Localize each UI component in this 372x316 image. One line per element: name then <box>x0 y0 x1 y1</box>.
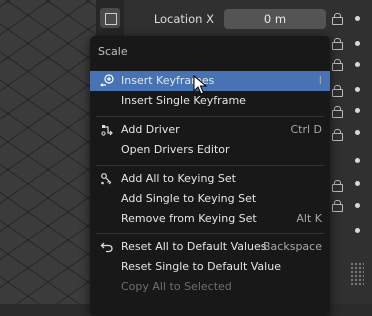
insert-single-keyframe-item[interactable]: Insert Single Keyframe <box>90 91 330 111</box>
keyframe-dot-icon[interactable] <box>355 62 360 67</box>
menu-separator <box>96 233 324 234</box>
panel-drag-grip[interactable] <box>350 262 364 286</box>
mouse-pointer-icon <box>193 75 207 95</box>
item-label: Add All to Keying Set <box>121 172 236 185</box>
add-driver-item[interactable]: Add Driver Ctrl D <box>90 120 330 140</box>
menu-separator <box>96 165 324 166</box>
item-shortcut: Alt K <box>296 212 322 225</box>
keyframe-dot-icon[interactable] <box>355 87 360 92</box>
item-label: Reset Single to Default Value <box>121 260 281 273</box>
location-x-label: Location X <box>153 12 214 26</box>
item-label: Reset All to Default Values <box>121 240 267 253</box>
keying-set-icon <box>101 173 112 185</box>
copy-all-to-selected-item: Copy All to Selected <box>90 277 330 297</box>
item-shortcut: I <box>318 74 322 87</box>
add-single-to-keying-set-item[interactable]: Add Single to Keying Set <box>90 189 330 209</box>
item-label: Open Drivers Editor <box>121 143 230 156</box>
keyframe-dot-icon[interactable] <box>355 158 360 163</box>
menu-title: Scale <box>98 45 128 58</box>
3d-viewport[interactable] <box>0 0 96 304</box>
transform-tab-icon[interactable] <box>100 8 120 28</box>
item-label: Insert Single Keyframe <box>121 94 246 107</box>
lock-icon[interactable] <box>332 200 343 212</box>
driver-icon <box>101 125 113 136</box>
keyframe-dot-icon[interactable] <box>355 203 360 208</box>
reset-single-to-default-item[interactable]: Reset Single to Default Value <box>90 257 330 277</box>
reset-icon <box>100 242 113 253</box>
keyframe-dot-icon[interactable] <box>355 228 360 233</box>
keyframe-insert-icon <box>100 74 114 87</box>
keyframe-dot-icon[interactable] <box>355 16 360 21</box>
item-label: Add Single to Keying Set <box>121 192 257 205</box>
keyframe-dot-icon[interactable] <box>355 41 360 46</box>
context-menu: Scale Insert Keyframes I Insert Single K… <box>90 36 330 316</box>
item-label: Copy All to Selected <box>121 280 232 293</box>
lock-icon[interactable] <box>332 129 343 141</box>
keyframe-dot-icon[interactable] <box>355 108 360 113</box>
item-label: Remove from Keying Set <box>121 212 257 225</box>
keyframe-dot-icon[interactable] <box>355 181 360 186</box>
item-shortcut: Backspace <box>263 240 322 253</box>
lock-icon[interactable] <box>332 13 343 25</box>
keyframe-dot-icon[interactable] <box>355 130 360 135</box>
lock-icon[interactable] <box>332 106 343 118</box>
reset-all-to-default-item[interactable]: Reset All to Default Values Backspace <box>90 237 330 257</box>
remove-from-keying-set-item[interactable]: Remove from Keying Set Alt K <box>90 209 330 229</box>
add-all-to-keying-set-item[interactable]: Add All to Keying Set <box>90 169 330 189</box>
lock-icon[interactable] <box>332 59 343 71</box>
item-shortcut: Ctrl D <box>290 123 322 136</box>
lock-icon[interactable] <box>332 180 343 192</box>
location-x-field[interactable]: 0 m <box>224 9 326 29</box>
item-label: Add Driver <box>121 123 180 136</box>
open-drivers-editor-item[interactable]: Open Drivers Editor <box>90 140 330 160</box>
lock-icon[interactable] <box>332 38 343 50</box>
lock-icon[interactable] <box>332 85 343 97</box>
menu-separator <box>96 116 324 117</box>
insert-keyframes-item[interactable]: Insert Keyframes I <box>90 71 330 91</box>
